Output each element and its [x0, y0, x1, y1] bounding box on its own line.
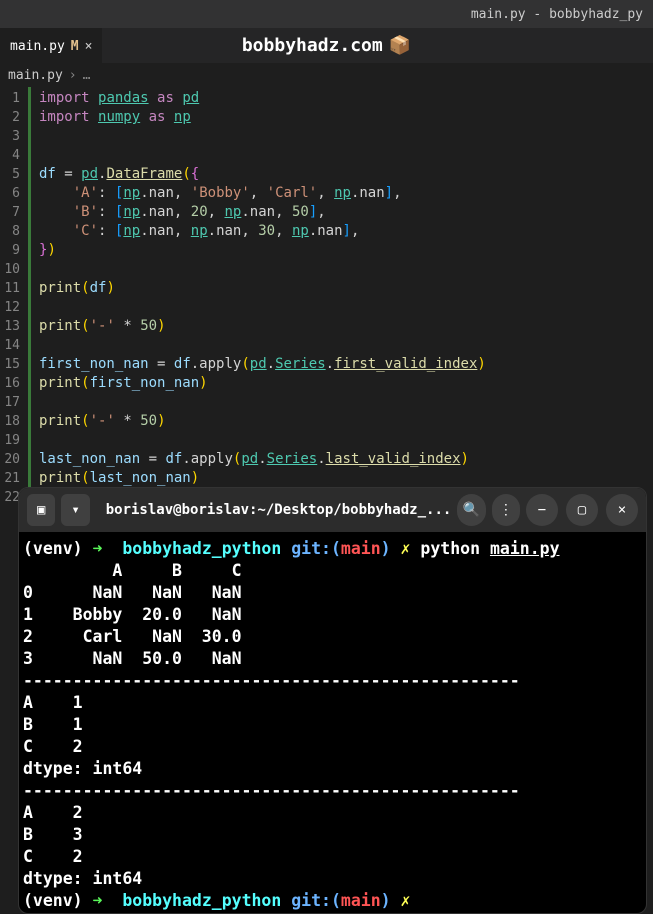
maximize-icon: ▢	[578, 502, 586, 518]
terminal-output: A B C 0 NaN NaN NaN 1 Bobby 20.0 NaN 2 C…	[23, 561, 520, 888]
chevron-down-icon: ▾	[71, 502, 79, 518]
prompt-branch: main	[341, 539, 381, 558]
terminal-titlebar: ▣ ▾ borislav@borislav:~/Desktop/bobbyhad…	[19, 488, 646, 532]
code-editor[interactable]: 1 2 3 4 5 6 7 8 9 10 11 12 13 14 15 16 1…	[0, 87, 653, 487]
terminal-window: ▣ ▾ borislav@borislav:~/Desktop/bobbyhad…	[18, 487, 647, 914]
prompt-venv: (venv)	[23, 539, 83, 558]
tab-filename: main.py	[10, 39, 65, 54]
chevron-right-icon: ›	[69, 68, 77, 83]
search-button[interactable]: 🔍	[457, 494, 485, 526]
close-icon[interactable]: ×	[85, 39, 93, 54]
menu-button[interactable]: ⋮	[492, 494, 520, 526]
window-title: main.py - bobbyhadz_py	[471, 7, 643, 22]
watermark: bobbyhadz.com 📦	[242, 35, 411, 56]
breadcrumb-more: …	[83, 68, 91, 83]
prompt-dirty: ✗	[401, 539, 411, 558]
code-content[interactable]: import pandas as pd import numpy as np d…	[28, 87, 653, 487]
prompt-arrow: ➜	[93, 539, 103, 558]
tab-main-py[interactable]: main.py M ×	[0, 28, 102, 63]
terminal-title: borislav@borislav:~/Desktop/bobbyhadz_..…	[96, 502, 452, 518]
close-icon: ×	[618, 502, 626, 518]
search-icon: 🔍	[463, 502, 480, 518]
prompt-dir: bobbyhadz_python	[122, 539, 281, 558]
cube-icon: 📦	[389, 35, 411, 56]
dropdown-button[interactable]: ▾	[61, 494, 89, 526]
menu-icon: ⋮	[499, 502, 513, 518]
minimize-icon: −	[538, 502, 546, 518]
cmd-python: python	[420, 539, 480, 558]
terminal-body[interactable]: (venv) ➜ bobbyhadz_python git:(main) ✗ p…	[19, 532, 646, 914]
line-gutter: 1 2 3 4 5 6 7 8 9 10 11 12 13 14 15 16 1…	[0, 87, 28, 487]
breadcrumb-file: main.py	[8, 68, 63, 83]
window-title-bar: main.py - bobbyhadz_py	[0, 0, 653, 28]
prompt-git: git:(	[291, 539, 341, 558]
minimize-button[interactable]: −	[526, 494, 558, 526]
breadcrumb[interactable]: main.py › …	[0, 63, 653, 87]
cmd-file: main.py	[490, 539, 560, 558]
close-button[interactable]: ×	[606, 494, 638, 526]
modified-indicator: M	[71, 39, 79, 54]
maximize-button[interactable]: ▢	[566, 494, 598, 526]
new-tab-button[interactable]: ▣	[27, 494, 55, 526]
